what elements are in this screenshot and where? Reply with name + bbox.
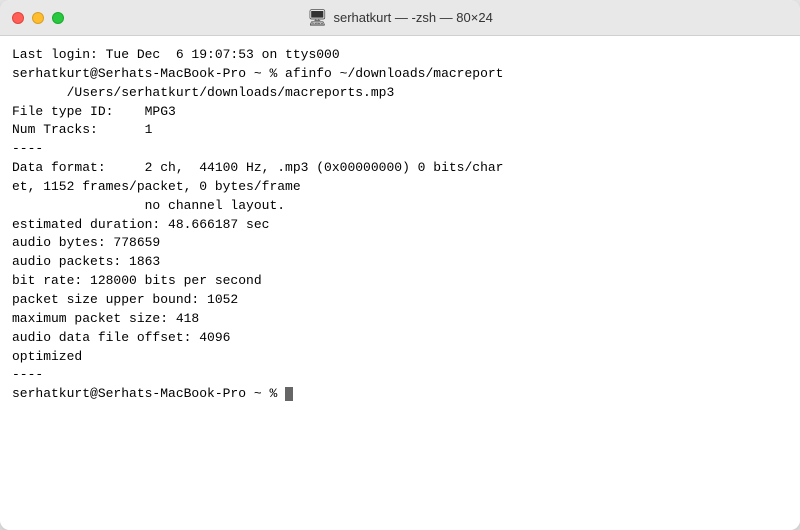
maximize-button[interactable]	[52, 12, 64, 24]
terminal-line: et, 1152 frames/packet, 0 bytes/frame	[12, 179, 301, 194]
terminal-line: serhatkurt@Serhats-MacBook-Pro ~ % afinf…	[12, 66, 503, 81]
window-title: 🖥 serhatkurt — -zsh — 80×24	[307, 8, 493, 28]
traffic-lights	[12, 12, 64, 24]
terminal-line: maximum packet size: 418	[12, 311, 199, 326]
terminal-line: Data format: 2 ch, 44100 Hz, .mp3 (0x000…	[12, 160, 503, 175]
terminal-window: 🖥 serhatkurt — -zsh — 80×24 Last login: …	[0, 0, 800, 530]
terminal-line: serhatkurt@Serhats-MacBook-Pro ~ %	[12, 386, 293, 401]
title-label: serhatkurt — -zsh — 80×24	[333, 10, 492, 25]
minimize-button[interactable]	[32, 12, 44, 24]
terminal-line: packet size upper bound: 1052	[12, 292, 238, 307]
terminal-line: /Users/serhatkurt/downloads/macreports.m…	[12, 85, 394, 100]
titlebar: 🖥 serhatkurt — -zsh — 80×24	[0, 0, 800, 36]
terminal-line: optimized	[12, 349, 82, 364]
terminal-icon: 🖥	[307, 8, 327, 28]
terminal-line: File type ID: MPG3	[12, 104, 176, 119]
terminal-line: Last login: Tue Dec 6 19:07:53 on ttys00…	[12, 47, 340, 62]
cursor	[285, 387, 293, 401]
terminal-line: audio packets: 1863	[12, 254, 160, 269]
terminal-line: ----	[12, 141, 43, 156]
terminal-line: audio bytes: 778659	[12, 235, 160, 250]
close-button[interactable]	[12, 12, 24, 24]
terminal-line: audio data file offset: 4096	[12, 330, 230, 345]
terminal-line: Num Tracks: 1	[12, 122, 152, 137]
terminal-body[interactable]: Last login: Tue Dec 6 19:07:53 on ttys00…	[0, 36, 800, 530]
terminal-line: ----	[12, 367, 43, 382]
terminal-line: no channel layout.	[12, 198, 285, 213]
terminal-line: estimated duration: 48.666187 sec	[12, 217, 269, 232]
terminal-line: bit rate: 128000 bits per second	[12, 273, 262, 288]
